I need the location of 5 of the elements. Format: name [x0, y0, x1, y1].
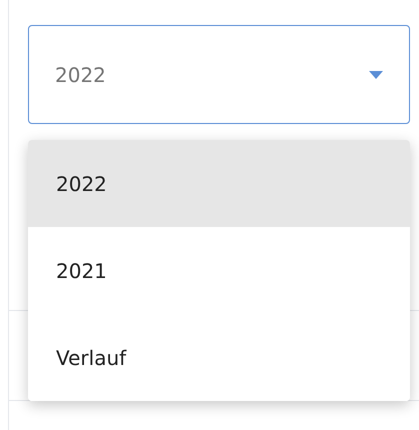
dropdown-option[interactable]: 2022 — [28, 140, 410, 227]
year-select[interactable]: 2022 — [28, 25, 410, 124]
caret-icon — [369, 70, 383, 78]
dropdown-option[interactable]: Verlauf — [28, 314, 410, 401]
dropdown-option[interactable]: 2021 — [28, 227, 410, 314]
